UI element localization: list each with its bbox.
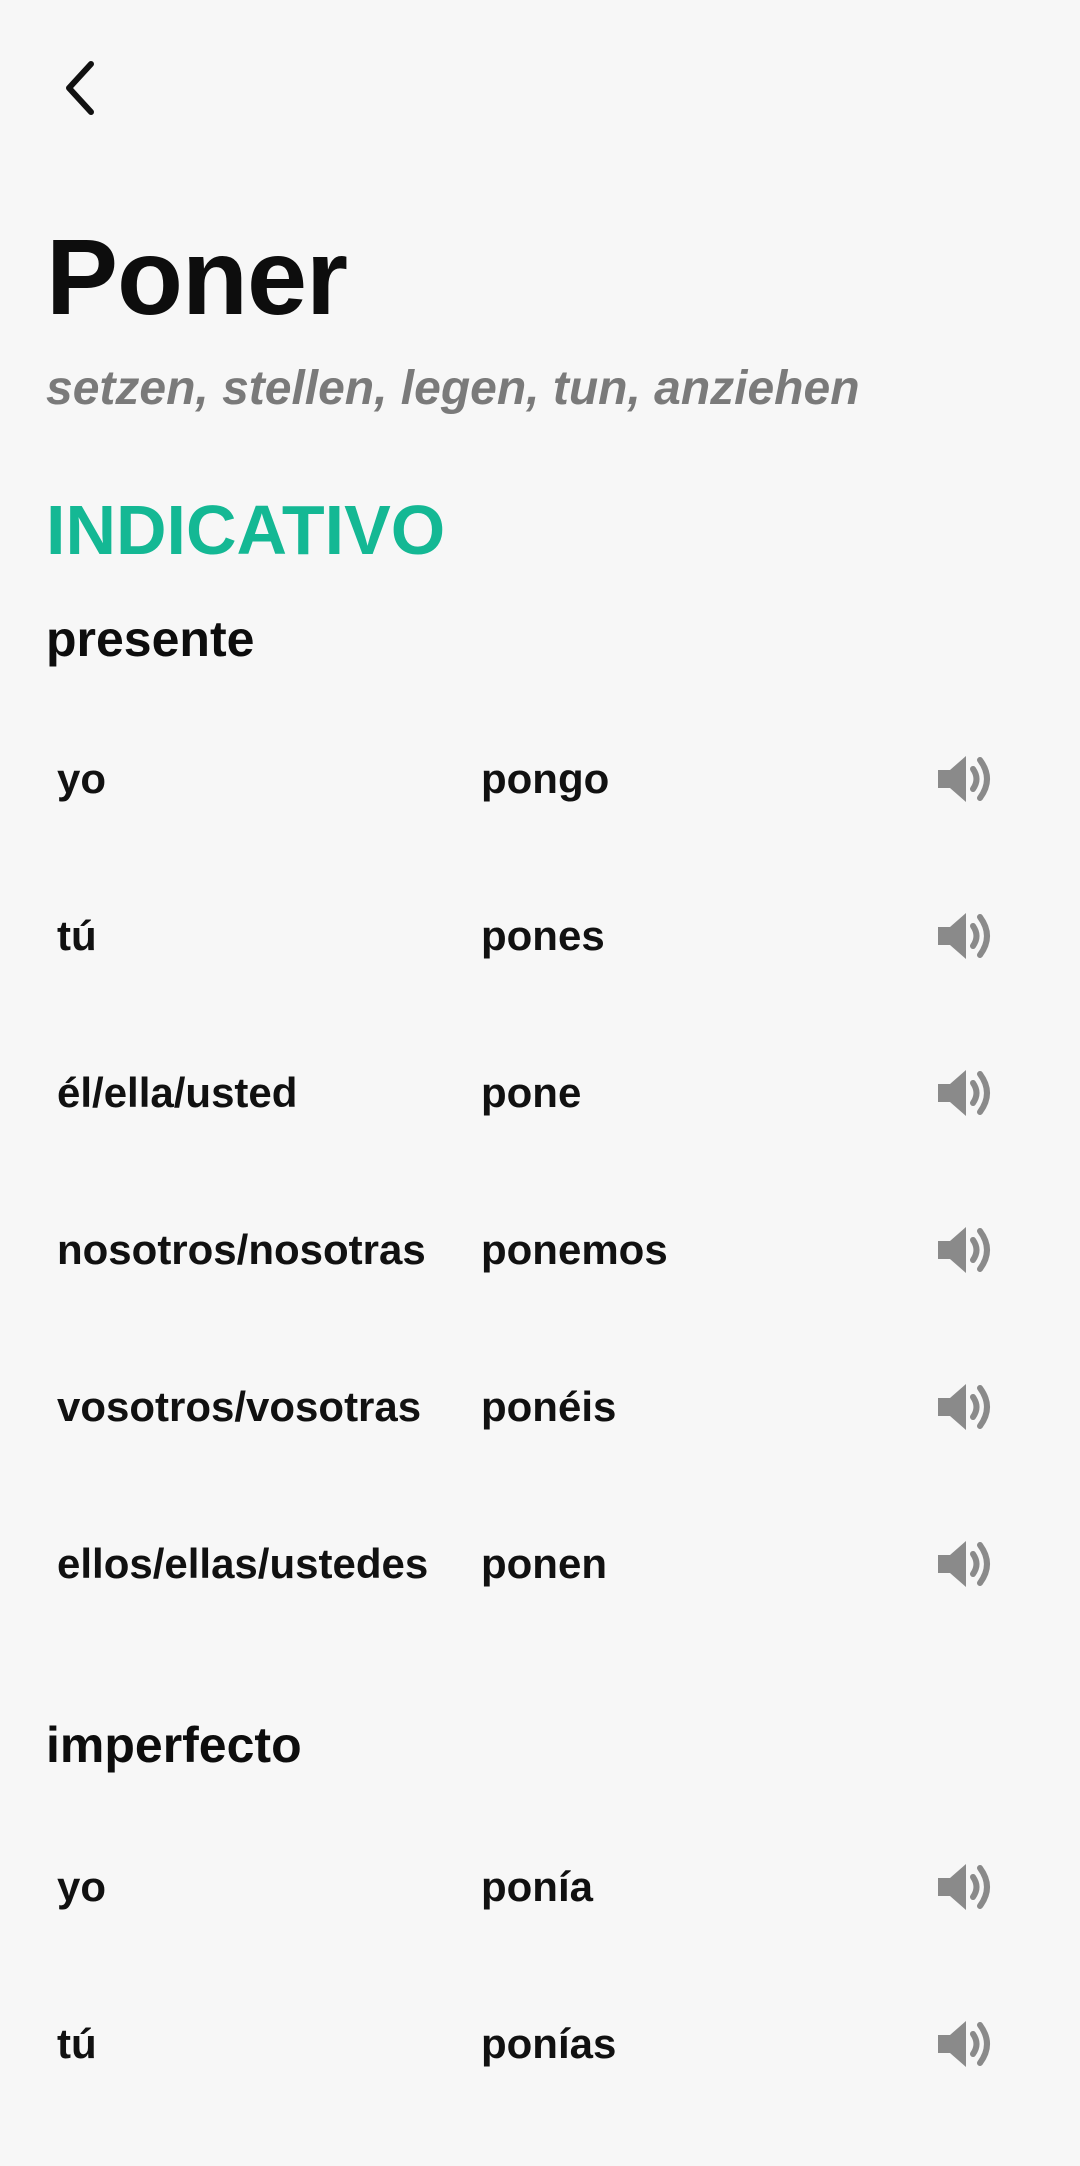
verb-form: pones	[481, 911, 605, 959]
speaker-icon[interactable]	[932, 1532, 996, 1596]
back-button[interactable]	[40, 50, 120, 130]
verb-form: ponemos	[481, 1225, 668, 1273]
verb-translations: setzen, stellen, legen, tun, anziehen	[46, 362, 860, 416]
conjugation-table-imperfecto: yo ponía tú ponías	[0, 1808, 1080, 2122]
speaker-icon[interactable]	[932, 904, 996, 968]
speaker-icon[interactable]	[932, 1375, 996, 1439]
verb-form: pone	[481, 1068, 582, 1116]
verb-header: Poner setzen, stellen, legen, tun, anzie…	[46, 220, 1040, 416]
conjugation-row: tú ponías	[0, 1965, 1080, 2122]
conjugation-row: yo ponía	[0, 1808, 1080, 1965]
conjugation-row: nosotros/nosotras ponemos	[0, 1171, 1080, 1328]
verb-form: ponéis	[481, 1382, 617, 1430]
conjugation-row: ellos/ellas/ustedes ponen	[0, 1485, 1080, 1642]
speaker-icon[interactable]	[932, 2012, 996, 2076]
pronoun-label: él/ella/usted	[57, 1068, 298, 1116]
verb-form: pongo	[481, 754, 610, 802]
pronoun-label: nosotros/nosotras	[57, 1225, 426, 1273]
speaker-icon[interactable]	[932, 1218, 996, 1282]
speaker-icon[interactable]	[932, 1061, 996, 1125]
speaker-icon[interactable]	[932, 1855, 996, 1919]
pronoun-label: vosotros/vosotras	[57, 1382, 422, 1430]
chevron-left-icon	[57, 58, 103, 123]
verb-form: ponía	[481, 1862, 593, 1910]
pronoun-label: yo	[57, 754, 107, 802]
verb-form: ponen	[481, 1539, 607, 1587]
pronoun-label: yo	[57, 1862, 107, 1910]
conjugation-table-presente: yo pongo tú pones él/ella/usted pone nos…	[0, 700, 1080, 1642]
mood-title: INDICATIVO	[46, 491, 446, 569]
speaker-icon[interactable]	[932, 747, 996, 811]
verb-title: Poner	[46, 216, 348, 337]
pronoun-label: ellos/ellas/ustedes	[57, 1539, 429, 1587]
conjugation-row: él/ella/usted pone	[0, 1014, 1080, 1171]
pronoun-label: tú	[57, 911, 97, 959]
conjugation-row: yo pongo	[0, 700, 1080, 857]
tense-title-presente: presente	[46, 611, 255, 667]
conjugation-row: vosotros/vosotras ponéis	[0, 1328, 1080, 1485]
verb-form: ponías	[481, 2019, 617, 2067]
tense-title-imperfecto: imperfecto	[46, 1717, 302, 1773]
pronoun-label: tú	[57, 2019, 97, 2067]
conjugation-row: tú pones	[0, 857, 1080, 1014]
